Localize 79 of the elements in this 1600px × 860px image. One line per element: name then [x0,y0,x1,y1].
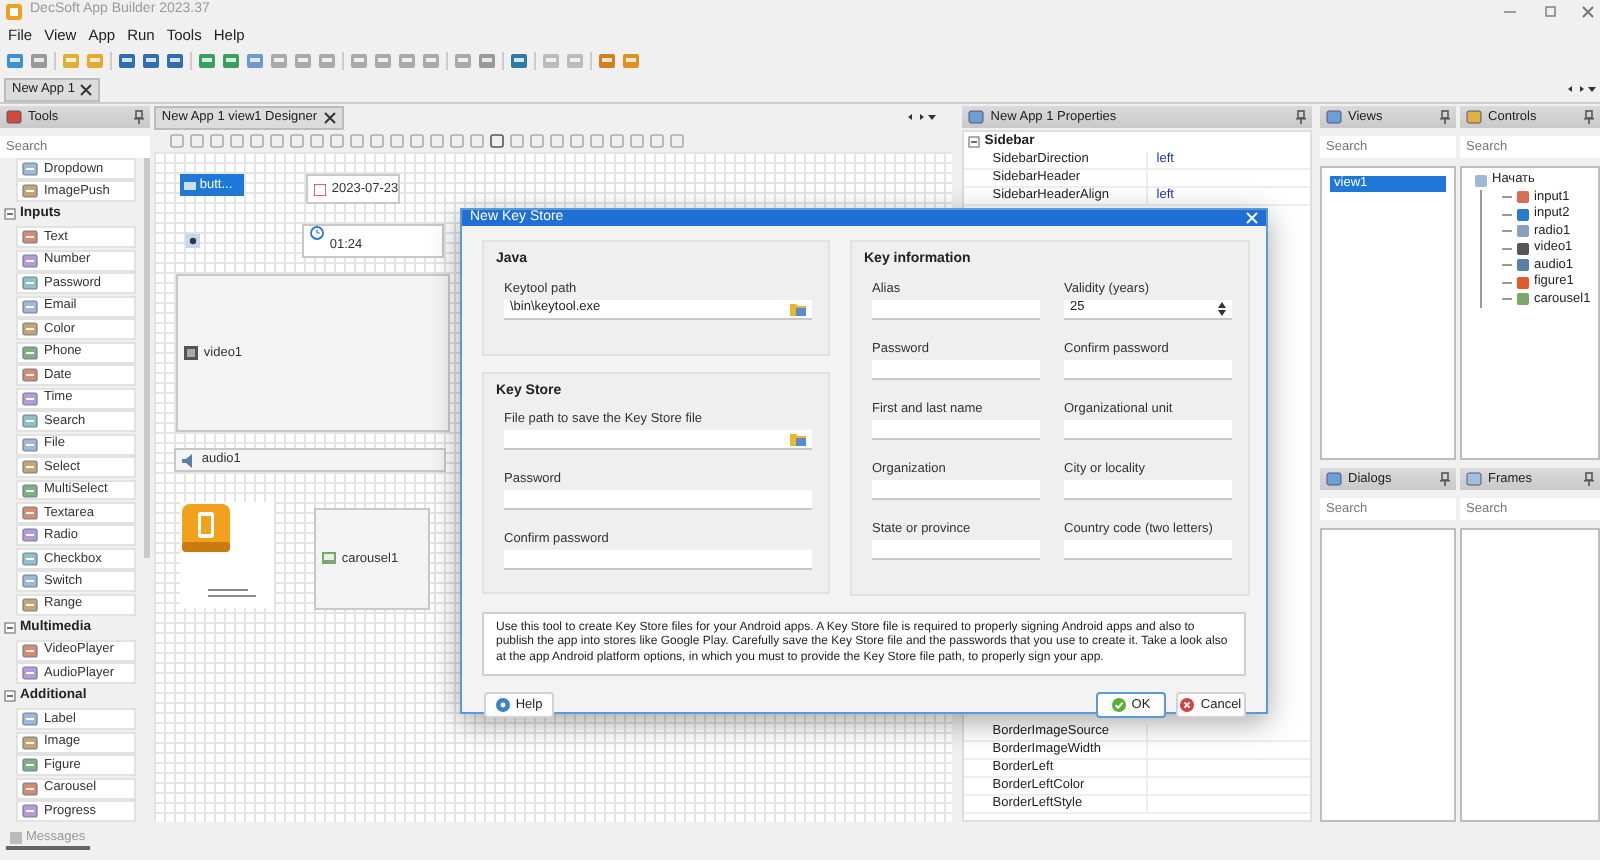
close-tab-icon[interactable] [323,111,336,123]
radio-widget[interactable] [183,232,198,246]
control-icon [22,528,38,543]
collapse-icon[interactable] [4,690,16,703]
pin-icon[interactable] [1584,110,1595,124]
control-icon [22,666,38,681]
clock-icon [309,226,324,240]
control-icon [22,161,38,176]
control-icon [22,574,38,589]
calendar-icon [313,183,326,195]
input-field[interactable] [504,550,812,571]
pin-icon[interactable] [1440,472,1451,486]
tab-scroll-icon[interactable] [908,112,937,122]
button-icon [183,181,196,189]
control-icon [22,230,38,245]
input-field[interactable] [504,430,812,451]
collapse-icon[interactable] [4,208,16,221]
control-icon [22,643,38,658]
control-icon [22,712,38,727]
control-icon [22,184,38,199]
minimize-icon[interactable] [1502,5,1518,17]
control-icon [22,345,38,360]
folder-icon[interactable] [790,432,806,447]
pin-icon[interactable] [1296,110,1307,124]
collapse-icon[interactable] [968,136,981,148]
collapse-icon[interactable] [4,621,16,634]
input-field[interactable] [872,539,1040,560]
panel-icon [968,110,985,124]
control-icon [22,299,38,314]
close-icon[interactable] [1582,5,1594,17]
control-icon [22,505,38,520]
control-icon [22,253,38,268]
image-widget[interactable] [179,502,274,608]
input-field[interactable] [1064,539,1232,560]
control-icon [22,597,38,612]
panel-icon [1326,472,1343,486]
app-logo-icon [6,3,22,19]
control-icon [1474,173,1489,188]
control-icon [22,758,38,773]
control-icon [22,551,38,566]
input-field[interactable] [872,359,1040,380]
control-icon [22,276,38,291]
input-field[interactable] [1064,419,1232,440]
panel-icon [6,109,22,124]
pin-icon[interactable] [133,109,144,124]
control-icon [22,322,38,337]
spinner-icon[interactable] [1218,301,1226,316]
control-icon [22,391,38,406]
input-field[interactable] [872,299,1040,320]
panel-icon [1326,110,1343,124]
check-icon [1111,698,1126,713]
control-icon [22,804,38,819]
tab-scroll-icon[interactable] [1568,84,1596,94]
input-field[interactable] [1064,359,1232,380]
panel-icon [1466,110,1483,124]
control-icon [22,735,38,750]
help-icon [495,698,510,713]
film-icon [183,346,198,360]
control-icon [22,483,38,497]
pin-icon[interactable] [1440,110,1451,124]
panel-icon [1466,472,1483,486]
input-field[interactable] [872,479,1040,500]
input-field[interactable] [1064,479,1232,500]
control-icon [22,781,38,796]
pin-icon[interactable] [1584,472,1595,486]
cancel-icon [1180,698,1195,713]
control-icon [22,368,38,383]
input-field[interactable] [872,419,1040,440]
control-icon [22,460,38,475]
messages-icon [10,831,22,844]
maximize-icon[interactable] [1542,5,1558,17]
speaker-icon [181,453,196,467]
control-icon [22,437,38,452]
input-field[interactable] [504,490,812,511]
control-icon [22,414,38,429]
slides-icon [321,552,336,566]
scrollbar[interactable] [143,157,150,558]
close-tab-icon[interactable] [80,83,93,95]
folder-icon[interactable] [790,301,806,316]
